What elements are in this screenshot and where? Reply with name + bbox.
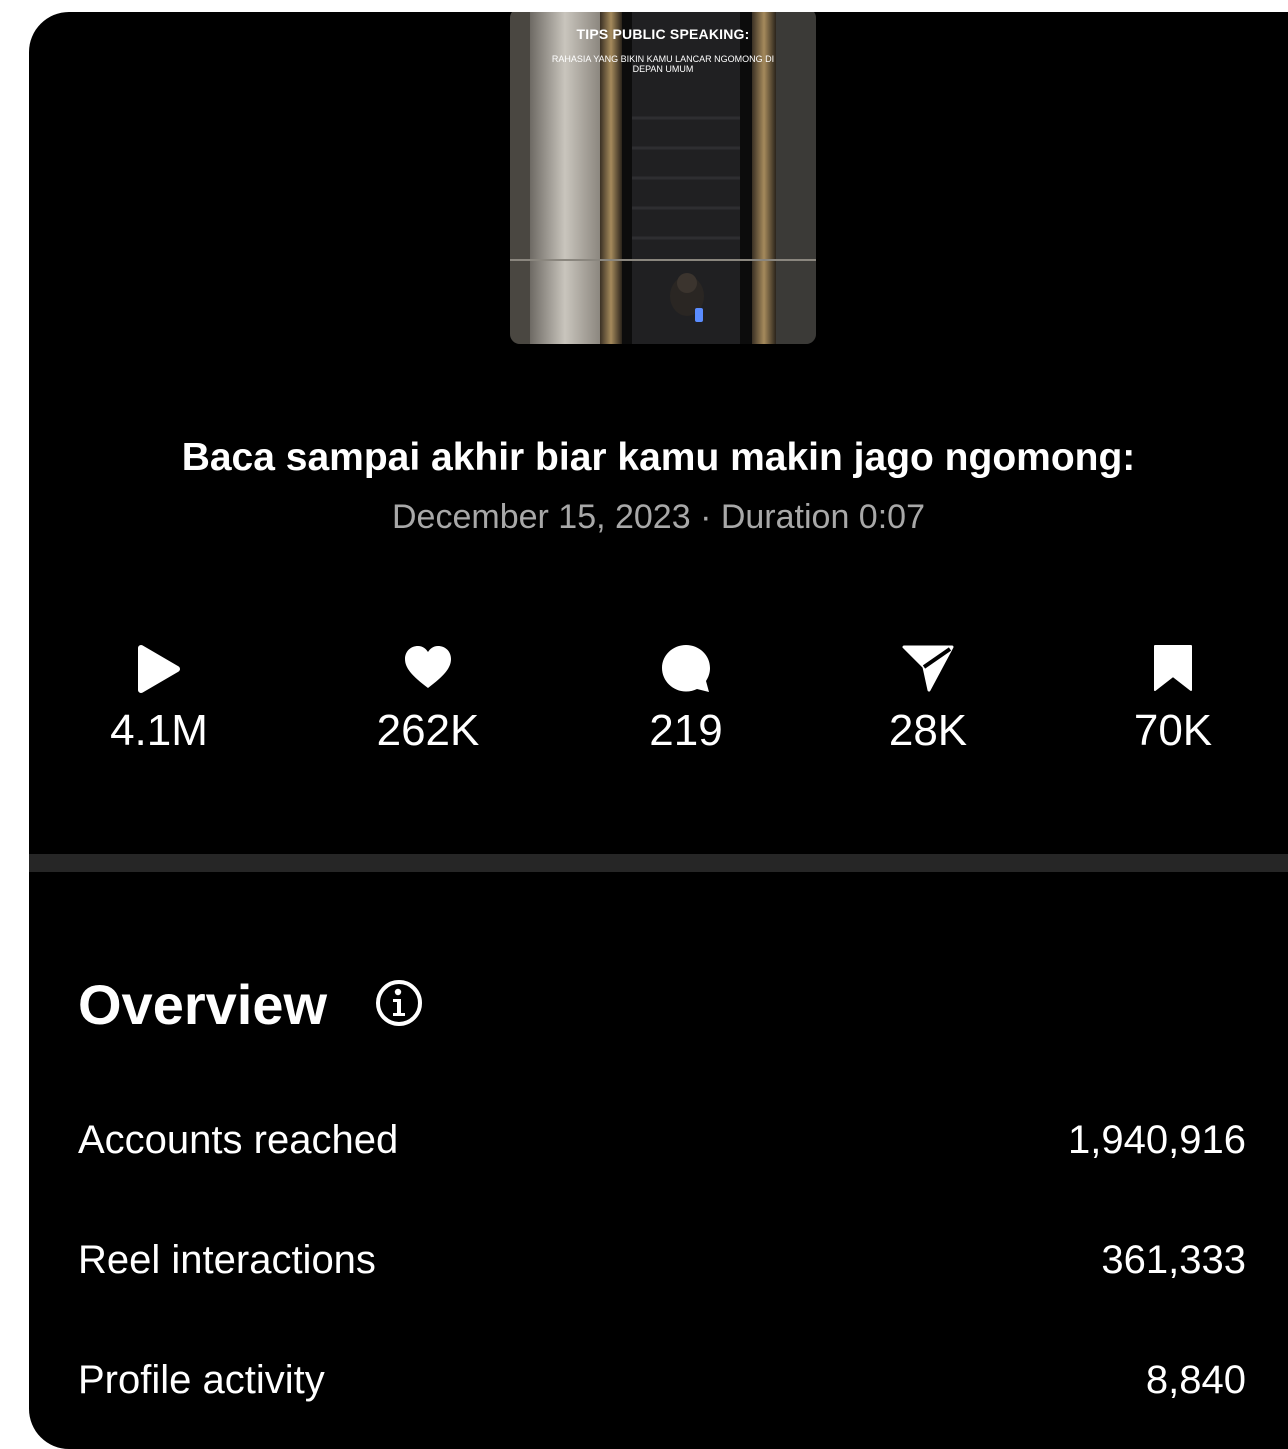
stat-shares-value: 28K [888, 706, 968, 755]
overview-title: Overview [78, 973, 328, 1036]
info-icon[interactable] [374, 978, 424, 1028]
stat-plays-value: 4.1M [110, 706, 208, 755]
row-label: Accounts reached [78, 1118, 399, 1162]
comment-icon [662, 645, 710, 692]
stat-shares: 28K [818, 642, 1038, 756]
row-label: Reel interactions [78, 1238, 376, 1282]
share-icon [902, 645, 954, 692]
stat-saves-value: 70K [1133, 706, 1213, 755]
stat-comments-value: 219 [649, 706, 723, 755]
overview-row-profile-activity[interactable]: Profile activity 8,840 [78, 1358, 1246, 1418]
stat-comments: 219 [576, 642, 796, 756]
stat-likes-value: 262K [376, 706, 480, 755]
reel-caption: Baca sampai akhir biar kamu makin jago n… [181, 436, 1136, 479]
thumbnail-title: TIPS PUBLIC SPEAKING: [576, 26, 750, 42]
overview-row-accounts-reached[interactable]: Accounts reached 1,940,916 [78, 1118, 1246, 1178]
reel-insights-card: TIPS PUBLIC SPEAKING: RAHASIA YANG BIKIN… [29, 12, 1288, 1449]
row-value: 1,940,916 [1068, 1118, 1246, 1162]
section-divider [29, 854, 1288, 872]
stat-saves: 70K [1063, 642, 1283, 756]
overview-row-reel-interactions[interactable]: Reel interactions 361,333 [78, 1238, 1246, 1298]
row-label: Profile activity [78, 1358, 325, 1402]
stat-likes: 262K [318, 642, 538, 756]
row-value: 8,840 [1145, 1358, 1246, 1402]
bookmark-icon [1154, 645, 1192, 691]
reel-meta: December 15, 2023 · Duration 0:07 [392, 498, 925, 536]
play-icon [138, 645, 180, 693]
heart-icon [405, 646, 451, 688]
reel-thumbnail[interactable]: TIPS PUBLIC SPEAKING: RAHASIA YANG BIKIN… [510, 12, 816, 344]
row-value: 361,333 [1101, 1238, 1246, 1282]
stat-plays: 4.1M [49, 642, 269, 756]
thumbnail-subtitle: RAHASIA YANG BIKIN KAMU LANCAR NGOMONG D… [551, 54, 775, 74]
